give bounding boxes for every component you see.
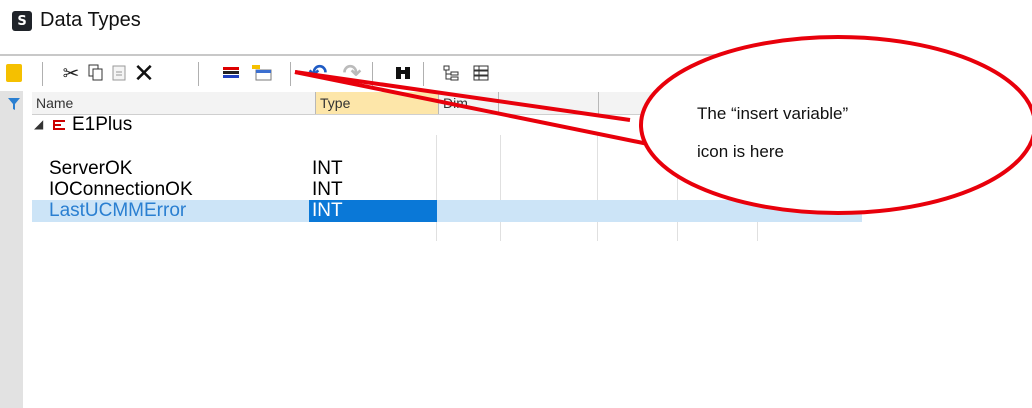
variable-name: IOConnectionOK bbox=[49, 179, 193, 200]
variable-type: INT bbox=[312, 158, 343, 179]
toolbar: ✂ ✕ ↶ ↷ bbox=[0, 56, 862, 91]
variable-name: ServerOK bbox=[49, 158, 133, 179]
table-row-selected[interactable]: LastUCMMError INT bbox=[32, 200, 862, 222]
window-title: Data Types bbox=[40, 9, 141, 31]
variable-type: INT bbox=[312, 179, 343, 200]
insert-variable-icon[interactable] bbox=[250, 60, 274, 86]
column-header-empty-1[interactable] bbox=[499, 92, 599, 114]
toolbar-separator bbox=[290, 62, 291, 86]
paste-icon[interactable] bbox=[108, 60, 130, 86]
cut-icon[interactable]: ✂ bbox=[60, 60, 82, 86]
variable-type-selected[interactable]: INT bbox=[309, 200, 437, 222]
copy-icon[interactable] bbox=[85, 60, 107, 86]
toolbar-separator bbox=[423, 62, 424, 86]
folder-icon[interactable] bbox=[4, 60, 24, 86]
callout-text-line-1: The “insert variable” bbox=[697, 104, 849, 123]
column-header-empty-2[interactable] bbox=[599, 92, 679, 114]
redo-icon[interactable]: ↷ bbox=[340, 60, 364, 86]
left-panel-strip bbox=[0, 91, 23, 408]
app-icon: S bbox=[12, 11, 32, 31]
undo-icon[interactable]: ↶ bbox=[306, 60, 330, 86]
collapse-chevron-icon[interactable]: ◢ bbox=[34, 114, 43, 135]
find-icon[interactable] bbox=[392, 60, 414, 86]
toolbar-separator bbox=[372, 62, 373, 86]
variable-name: LastUCMMError bbox=[49, 200, 187, 221]
table-row[interactable]: IOConnectionOK INT bbox=[32, 179, 862, 200]
filter-icon[interactable] bbox=[7, 97, 21, 116]
toolbar-separator bbox=[42, 62, 43, 86]
column-header-type[interactable]: Type bbox=[316, 92, 439, 114]
insert-type-icon[interactable] bbox=[220, 60, 242, 86]
struct-icon bbox=[52, 114, 66, 135]
callout-text-line-2: icon is here bbox=[697, 142, 784, 161]
column-header-dim[interactable]: Dim. bbox=[439, 92, 499, 114]
toolbar-separator bbox=[198, 62, 199, 86]
tree-view-icon[interactable] bbox=[440, 60, 462, 86]
group-label: E1Plus bbox=[72, 114, 133, 135]
column-header-name[interactable]: Name bbox=[32, 92, 316, 114]
delete-icon[interactable]: ✕ bbox=[131, 58, 157, 88]
list-view-icon[interactable] bbox=[470, 60, 492, 86]
